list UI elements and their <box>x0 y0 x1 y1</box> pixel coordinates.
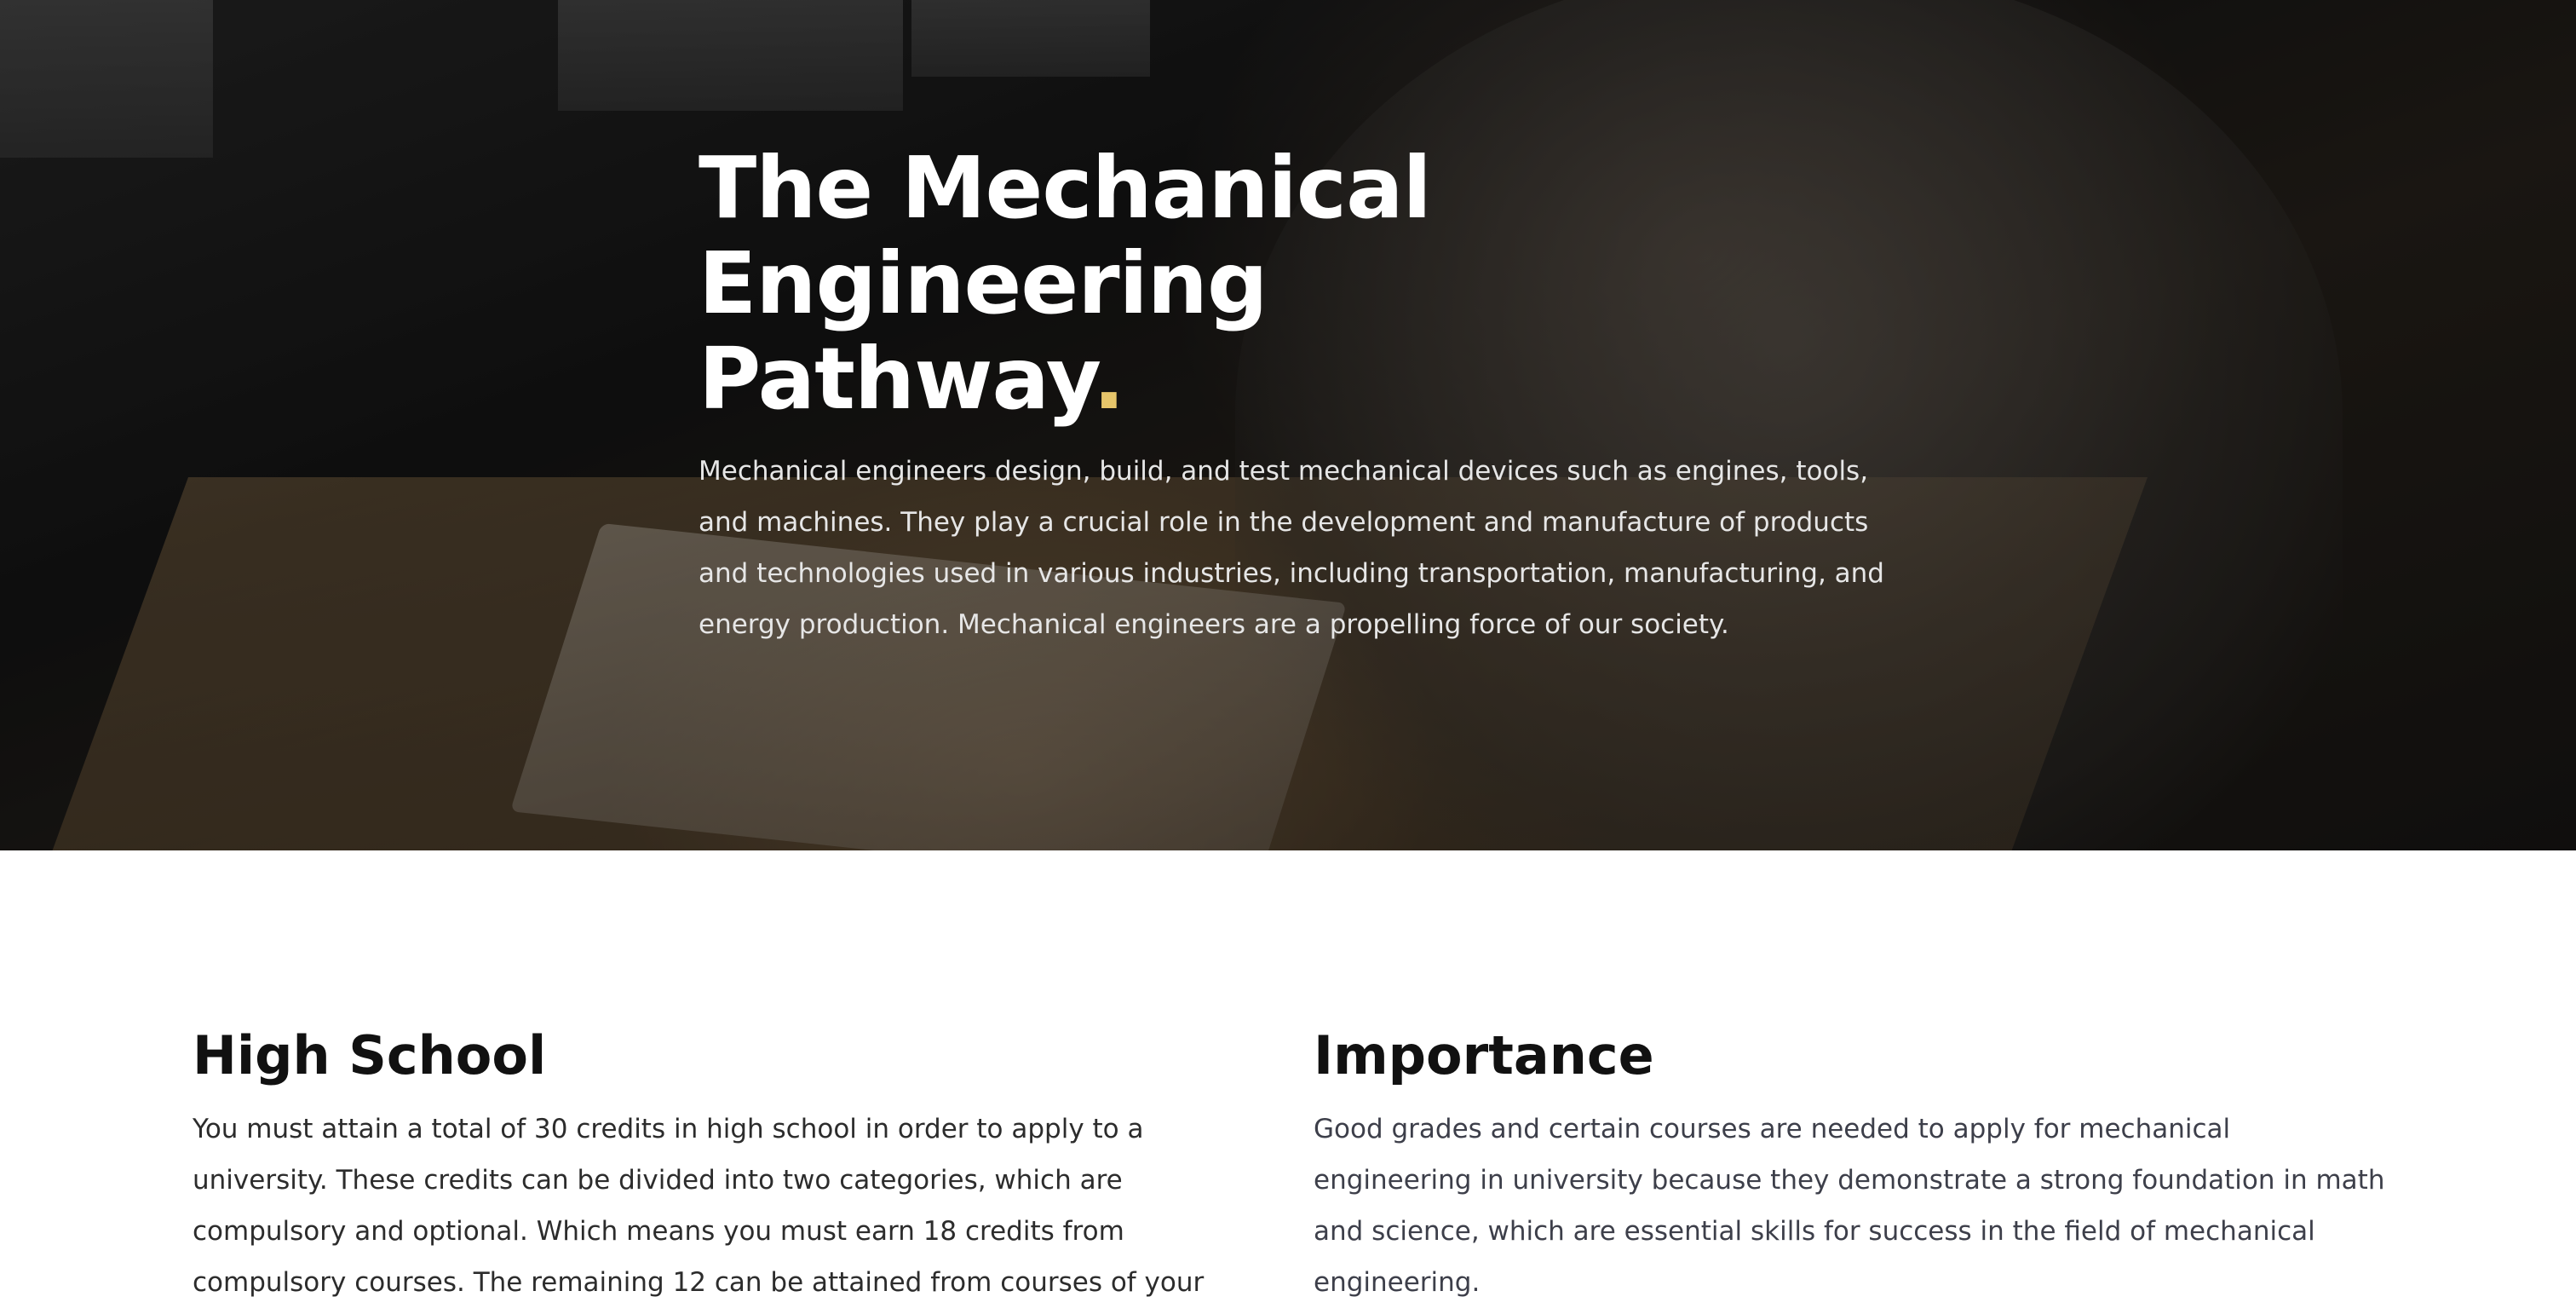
high-school-section: High School You must attain a total of 3… <box>193 1025 1266 1308</box>
importance-section: Importance Good grades and certain cours… <box>1314 1025 2387 1308</box>
pathway-sections: High School You must attain a total of 3… <box>0 850 2576 1314</box>
hero-title: The Mechanical Engineering Pathway. <box>699 141 1465 427</box>
importance-text: Good grades and certain courses are need… <box>1314 1114 2385 1298</box>
hero-content: The Mechanical Engineering Pathway. Mech… <box>699 141 1908 650</box>
hero-banner: The Mechanical Engineering Pathway. Mech… <box>0 0 2576 850</box>
hero-description: Mechanical engineers design, build, and … <box>699 456 1884 640</box>
hero-title-text: The Mechanical Engineering Pathway <box>699 138 1432 429</box>
high-school-text: You must attain a total of 30 credits in… <box>193 1114 1205 1298</box>
high-school-heading: High School <box>193 1024 547 1086</box>
hero-title-accent-dot: . <box>1092 329 1125 429</box>
importance-heading: Importance <box>1314 1024 1654 1086</box>
